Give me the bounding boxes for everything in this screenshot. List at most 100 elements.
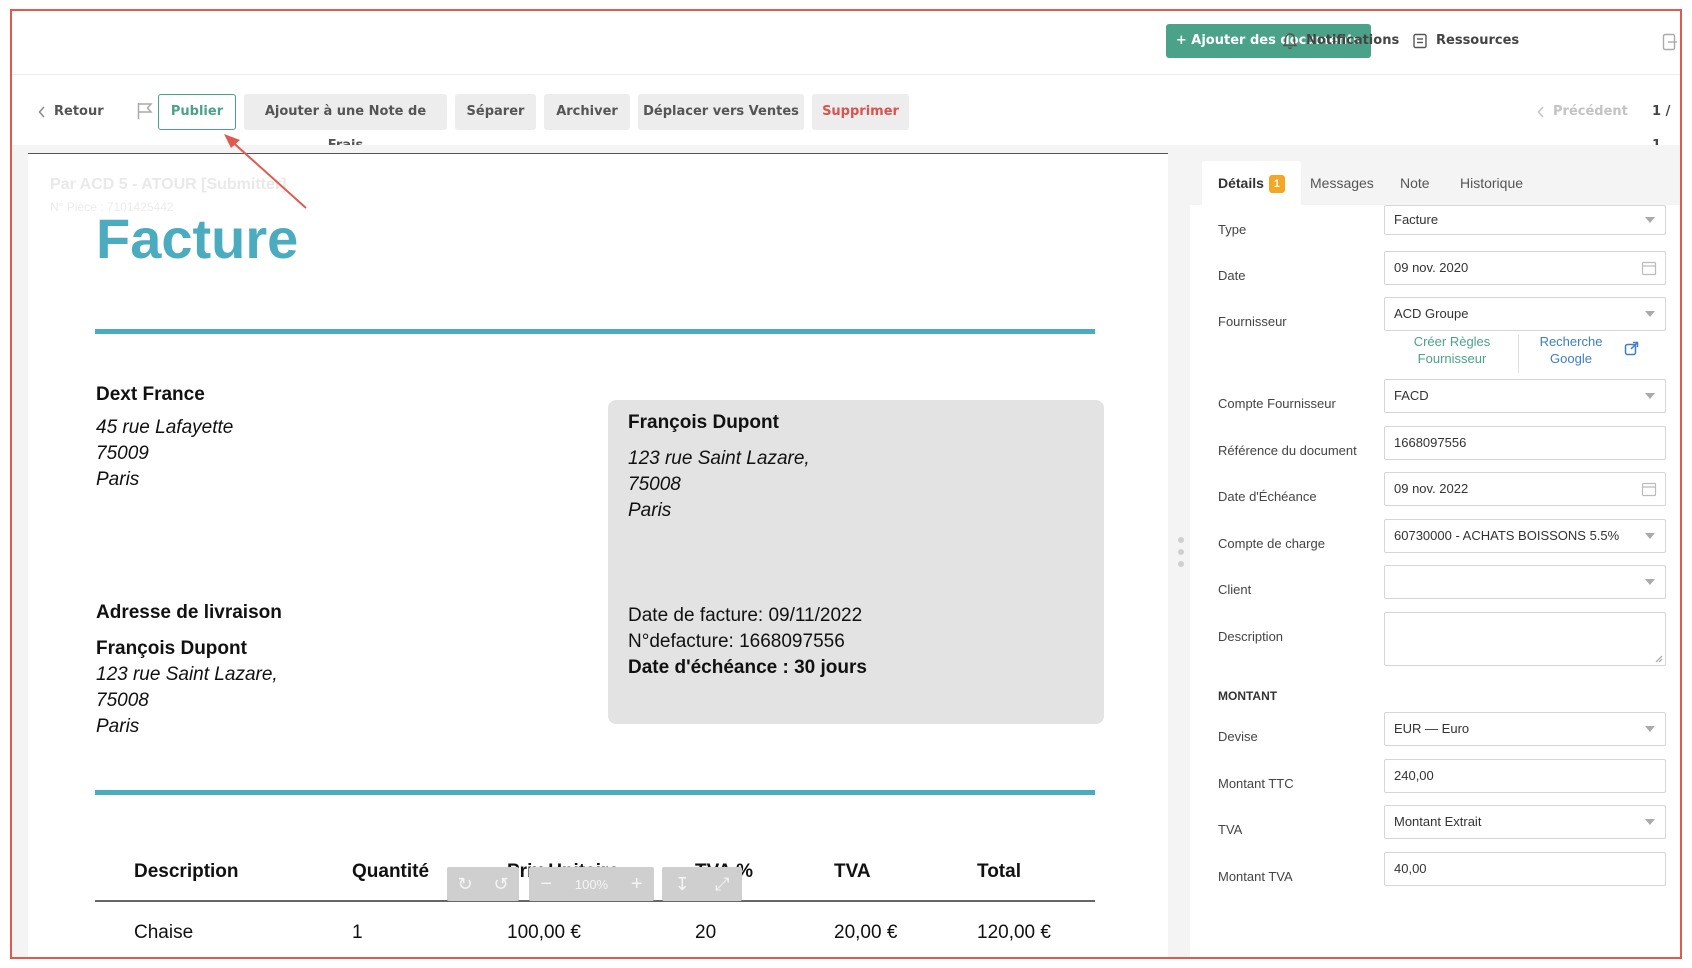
divider [95,790,1095,795]
delivery-address-line: 123 rue Saint Lazare, [96,664,278,685]
tab-history[interactable]: Historique [1460,161,1523,205]
type-label: Type [1218,222,1247,237]
currency-select[interactable]: EUR — Euro [1384,712,1666,746]
total-ttc-input[interactable]: 240,00 [1384,759,1666,793]
create-supplier-rules-link[interactable]: Créer Règles Fournisseur [1402,333,1502,367]
seller-address-line: 75009 [96,443,149,464]
chevron-down-icon [1645,819,1655,825]
resources-label: Ressources [1436,33,1520,48]
pane-splitter[interactable] [1172,145,1192,957]
panel-tabs: Détails 1 Messages Note Historique [1190,145,1680,205]
seller-name: Dext France [96,384,205,405]
resize-grip-icon[interactable] [1655,655,1663,663]
doc-reference-input[interactable]: 1668097556 [1384,426,1666,460]
table-cell: 120,00 € [977,922,1051,943]
date-label: Date [1218,268,1246,283]
previous-button[interactable]: Précédent [1537,95,1628,129]
table-cell: 20 [695,922,717,943]
invoice-number: N°defacture: 1668097556 [628,631,845,652]
currency-value: EUR — Euro [1394,721,1470,736]
chevron-down-icon [1645,217,1655,223]
currency-label: Devise [1218,729,1258,744]
tab-note[interactable]: Note [1400,161,1430,205]
chevron-down-icon [1645,393,1655,399]
bell-icon [1282,33,1298,50]
table-header-total: Total [977,861,1021,882]
details-badge: 1 [1268,175,1285,194]
expense-account-value: 60730000 - ACHATS BOISSONS 5.5% [1394,528,1620,543]
archive-button[interactable]: Archiver [544,94,630,130]
previous-label: Précédent [1553,104,1628,119]
chevron-left-icon [1537,106,1544,118]
chevron-down-icon [1645,533,1655,539]
tab-messages[interactable]: Messages [1310,161,1374,205]
vat-select[interactable]: Montant Extrait [1384,805,1666,839]
vat-amount-input[interactable]: 40,00 [1384,852,1666,886]
supplier-select[interactable]: ACD Groupe [1384,297,1666,331]
back-button[interactable]: Retour [38,95,104,129]
client-select[interactable] [1384,565,1666,599]
rotate-right-icon[interactable]: ↻ [457,874,472,895]
external-link-icon[interactable] [1624,341,1639,356]
expense-account-select[interactable]: 60730000 - ACHATS BOISSONS 5.5% [1384,519,1666,553]
description-label: Description [1218,629,1284,644]
table-cell: 100,00 € [507,922,581,943]
zoom-toolbar: − 100% + [529,867,654,901]
calendar-icon[interactable] [1641,481,1657,497]
fullscreen-icon[interactable]: ⤢ [715,874,729,895]
download-icon[interactable]: ↧ [675,874,690,895]
split-button[interactable]: Séparer [455,94,536,130]
tab-details-label: Détails [1218,175,1264,191]
amount-section-title: MONTANT [1218,689,1278,703]
invoice-date: Date de facture: 09/11/2022 [628,605,863,626]
google-search-link[interactable]: Recherche Google [1526,333,1616,367]
publish-button[interactable]: Publier [158,94,236,130]
rotate-left-icon[interactable]: ↺ [493,874,508,895]
page-counter: 1 / 1 [1652,104,1671,153]
due-date-value: 09 nov. 2022 [1394,481,1469,496]
rotate-toolbar: ↻ ↺ [447,867,519,901]
delivery-name: François Dupont [96,638,247,659]
description-textarea[interactable] [1384,612,1666,666]
buyer-address-line: 75008 [628,474,681,495]
expense-account-label: Compte de charge [1218,536,1325,551]
delivery-address-line: Paris [96,716,140,737]
total-ttc-label: Montant TTC [1218,776,1294,791]
chevron-down-icon [1645,726,1655,732]
date-value: 09 nov. 2020 [1394,260,1469,275]
resources-link[interactable]: Ressources [1412,24,1519,58]
add-to-expense-button[interactable]: Ajouter à une Note de Frais [244,94,447,153]
due-terms: Date d'échéance : 30 jours [628,657,867,678]
table-header-vat: TVA [834,861,871,882]
flag-icon[interactable] [136,102,154,120]
type-select[interactable]: Facture [1384,205,1666,235]
supplier-account-label: Compte Fournisseur [1218,396,1336,411]
seller-address-line: 45 rue Lafayette [96,417,234,438]
supplier-account-select[interactable]: FACD [1384,379,1666,413]
move-to-sales-button[interactable]: Déplacer vers Ventes [638,94,804,130]
date-field[interactable]: 09 nov. 2020 [1384,251,1666,285]
buyer-address-line: 123 rue Saint Lazare, [628,448,810,469]
supplier-value: ACD Groupe [1394,306,1469,321]
due-date-field[interactable]: 09 nov. 2022 [1384,472,1666,506]
calendar-icon[interactable] [1641,260,1657,276]
chevron-down-icon [1645,311,1655,317]
notifications-label: Notifications [1306,33,1400,48]
zoom-in-icon[interactable]: + [631,873,643,896]
table-header-quantity: Quantité [352,861,430,882]
buyer-name: François Dupont [628,412,779,433]
delete-button[interactable]: Supprimer [812,94,909,130]
annotation-arrow [224,134,307,209]
tab-details[interactable]: Détails 1 [1202,161,1301,205]
logout-icon[interactable] [1662,33,1678,51]
top-bar: + Ajouter des documents Notifications Re… [12,11,1680,75]
table-cell: 1 [352,922,363,943]
zoom-out-icon[interactable]: − [540,873,552,896]
notifications-link[interactable]: Notifications [1282,24,1399,58]
buyer-address-line: Paris [628,500,672,521]
back-label: Retour [54,104,104,119]
supplier-account-value: FACD [1394,388,1429,403]
chevron-left-icon [38,106,45,118]
app-frame: + Ajouter des documents Notifications Re… [10,9,1682,959]
download-toolbar: ↧ ⤢ [662,867,742,901]
